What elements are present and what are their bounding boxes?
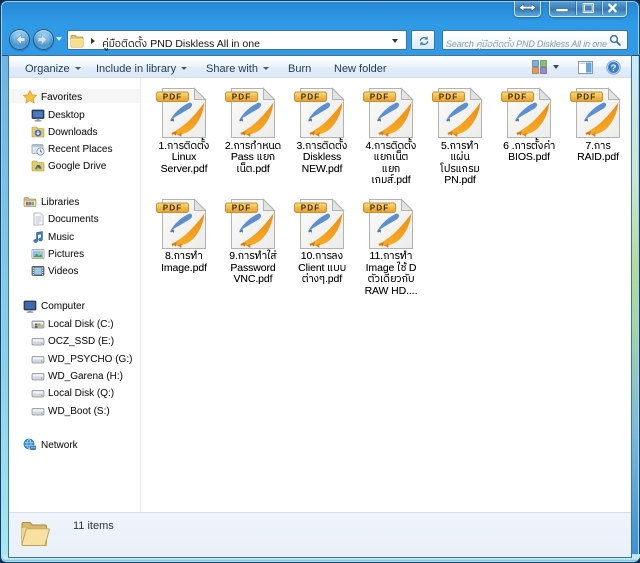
svg-text:?: ? — [611, 63, 617, 74]
